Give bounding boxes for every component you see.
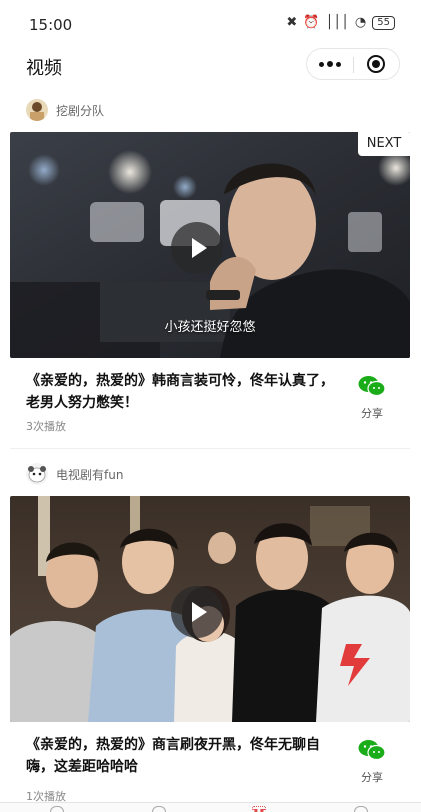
video-title[interactable]: 《亲爱的，热爱的》韩商言装可怜，佟年认真了，老男人努力憋笑！ [26, 370, 334, 414]
status-icons: ✖ ⏰ │││ ◔ 55 [286, 15, 395, 30]
page-title: 视频 [26, 58, 62, 79]
author-row[interactable]: 挖剧分队 [26, 98, 104, 122]
author-name[interactable]: 挖剧分队 [56, 102, 104, 119]
alarm-icon: ⏰ [303, 15, 320, 30]
tab-home-icon[interactable] [50, 806, 64, 812]
signal-icon: │││ [325, 15, 349, 30]
avatar[interactable] [26, 463, 48, 485]
wechat-share-icon [358, 376, 386, 397]
capsule-divider [353, 57, 354, 73]
play-icon[interactable] [171, 586, 223, 638]
avatar[interactable] [26, 99, 48, 121]
tab-video-icon[interactable] [252, 806, 266, 812]
play-icon[interactable] [171, 222, 223, 274]
status-bar: 15:00 ✖ ⏰ │││ ◔ 55 [0, 0, 421, 46]
play-count: 3次播放 [26, 420, 66, 433]
tab-search-icon[interactable] [354, 806, 368, 812]
tab-bar [0, 802, 421, 812]
video-subtitle: 小孩还挺好忽悠 [164, 320, 256, 335]
nav-bar: 视频 [0, 46, 421, 86]
battery-icon: 55 [372, 15, 395, 30]
divider [10, 448, 410, 449]
miniprogram-capsule [306, 48, 400, 80]
share-label: 分享 [361, 771, 383, 784]
mute-icon: ✖ [286, 15, 298, 30]
wifi-icon: ◔ [354, 15, 367, 30]
video-title[interactable]: 《亲爱的，热爱的》商言刷夜开黑，佟年无聊自嗨，这差距哈哈哈 [26, 734, 334, 778]
video-player[interactable] [10, 496, 410, 722]
status-time: 15:00 [29, 16, 73, 34]
share-button[interactable]: 分享 [354, 739, 390, 785]
video-player[interactable]: 小孩还挺好忽悠 NEXT [10, 132, 410, 358]
author-name[interactable]: 电视剧有fun [56, 466, 123, 483]
next-button[interactable]: NEXT [358, 132, 410, 156]
author-row[interactable]: 电视剧有fun [26, 462, 123, 486]
share-label: 分享 [361, 407, 383, 420]
tab-gift-icon[interactable] [152, 806, 166, 812]
target-close-icon[interactable] [367, 55, 385, 73]
share-button[interactable]: 分享 [354, 375, 390, 421]
wechat-share-icon [358, 740, 386, 761]
more-dots-icon[interactable] [307, 49, 353, 79]
